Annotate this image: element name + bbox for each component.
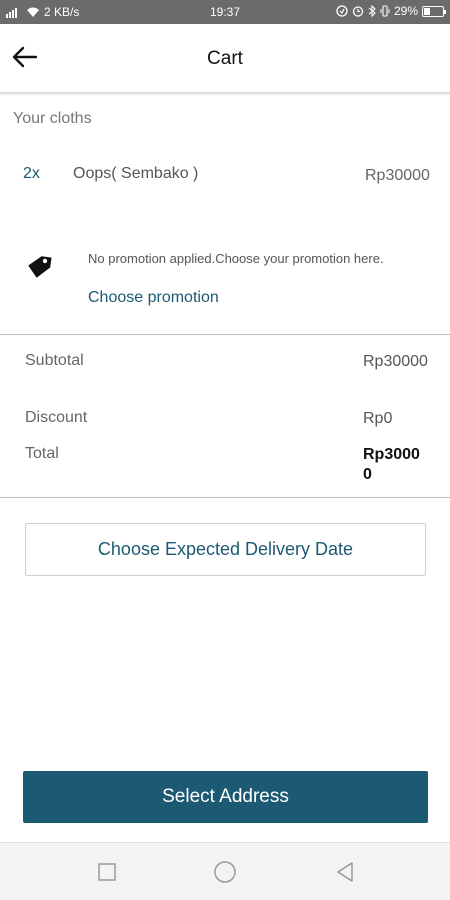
total-value: Rp30000 [363,446,420,483]
discount-label: Discount [25,409,88,426]
promotion-message: No promotion applied.Choose your promoti… [88,251,384,266]
triangle-icon [337,862,353,882]
status-right: 29% [336,4,446,18]
square-icon [98,863,116,881]
item-price: Rp30000 [365,167,430,184]
select-address-button[interactable]: Select Address [23,771,428,823]
recent-apps-button[interactable] [94,859,120,885]
total-label: Total [25,445,59,462]
bluetooth-icon [368,5,376,17]
battery-icon [422,5,446,17]
circle-icon [214,861,236,883]
home-button[interactable] [212,859,238,885]
choose-delivery-date-button[interactable]: Choose Expected Delivery Date [25,523,426,576]
status-bar: 2 KB/s 19:37 29% [0,0,450,24]
promotion-section: No promotion applied.Choose your promoti… [0,245,450,335]
system-back-button[interactable] [332,859,358,885]
system-nav-bar [0,842,450,900]
subtotal-label: Subtotal [25,352,84,369]
page-title: Cart [207,48,243,69]
divider [0,497,450,498]
discount-value: Rp0 [363,410,393,427]
item-name: Oops( Sembako ) [73,165,199,182]
battery-percent: 29% [393,4,418,18]
item-quantity: 2x [23,165,40,182]
subtotal-value: Rp30000 [363,353,428,370]
choose-promotion-link[interactable]: Choose promotion [88,289,219,307]
app-bar: Cart [0,24,450,94]
divider [0,334,450,335]
data-saver-icon [336,5,348,17]
vibrate-icon [380,5,390,17]
section-title: Your cloths [13,110,92,127]
cart-item: 2x Oops( Sembako ) Rp30000 [0,160,450,220]
alarm-icon [352,6,364,17]
tag-icon [28,256,52,278]
